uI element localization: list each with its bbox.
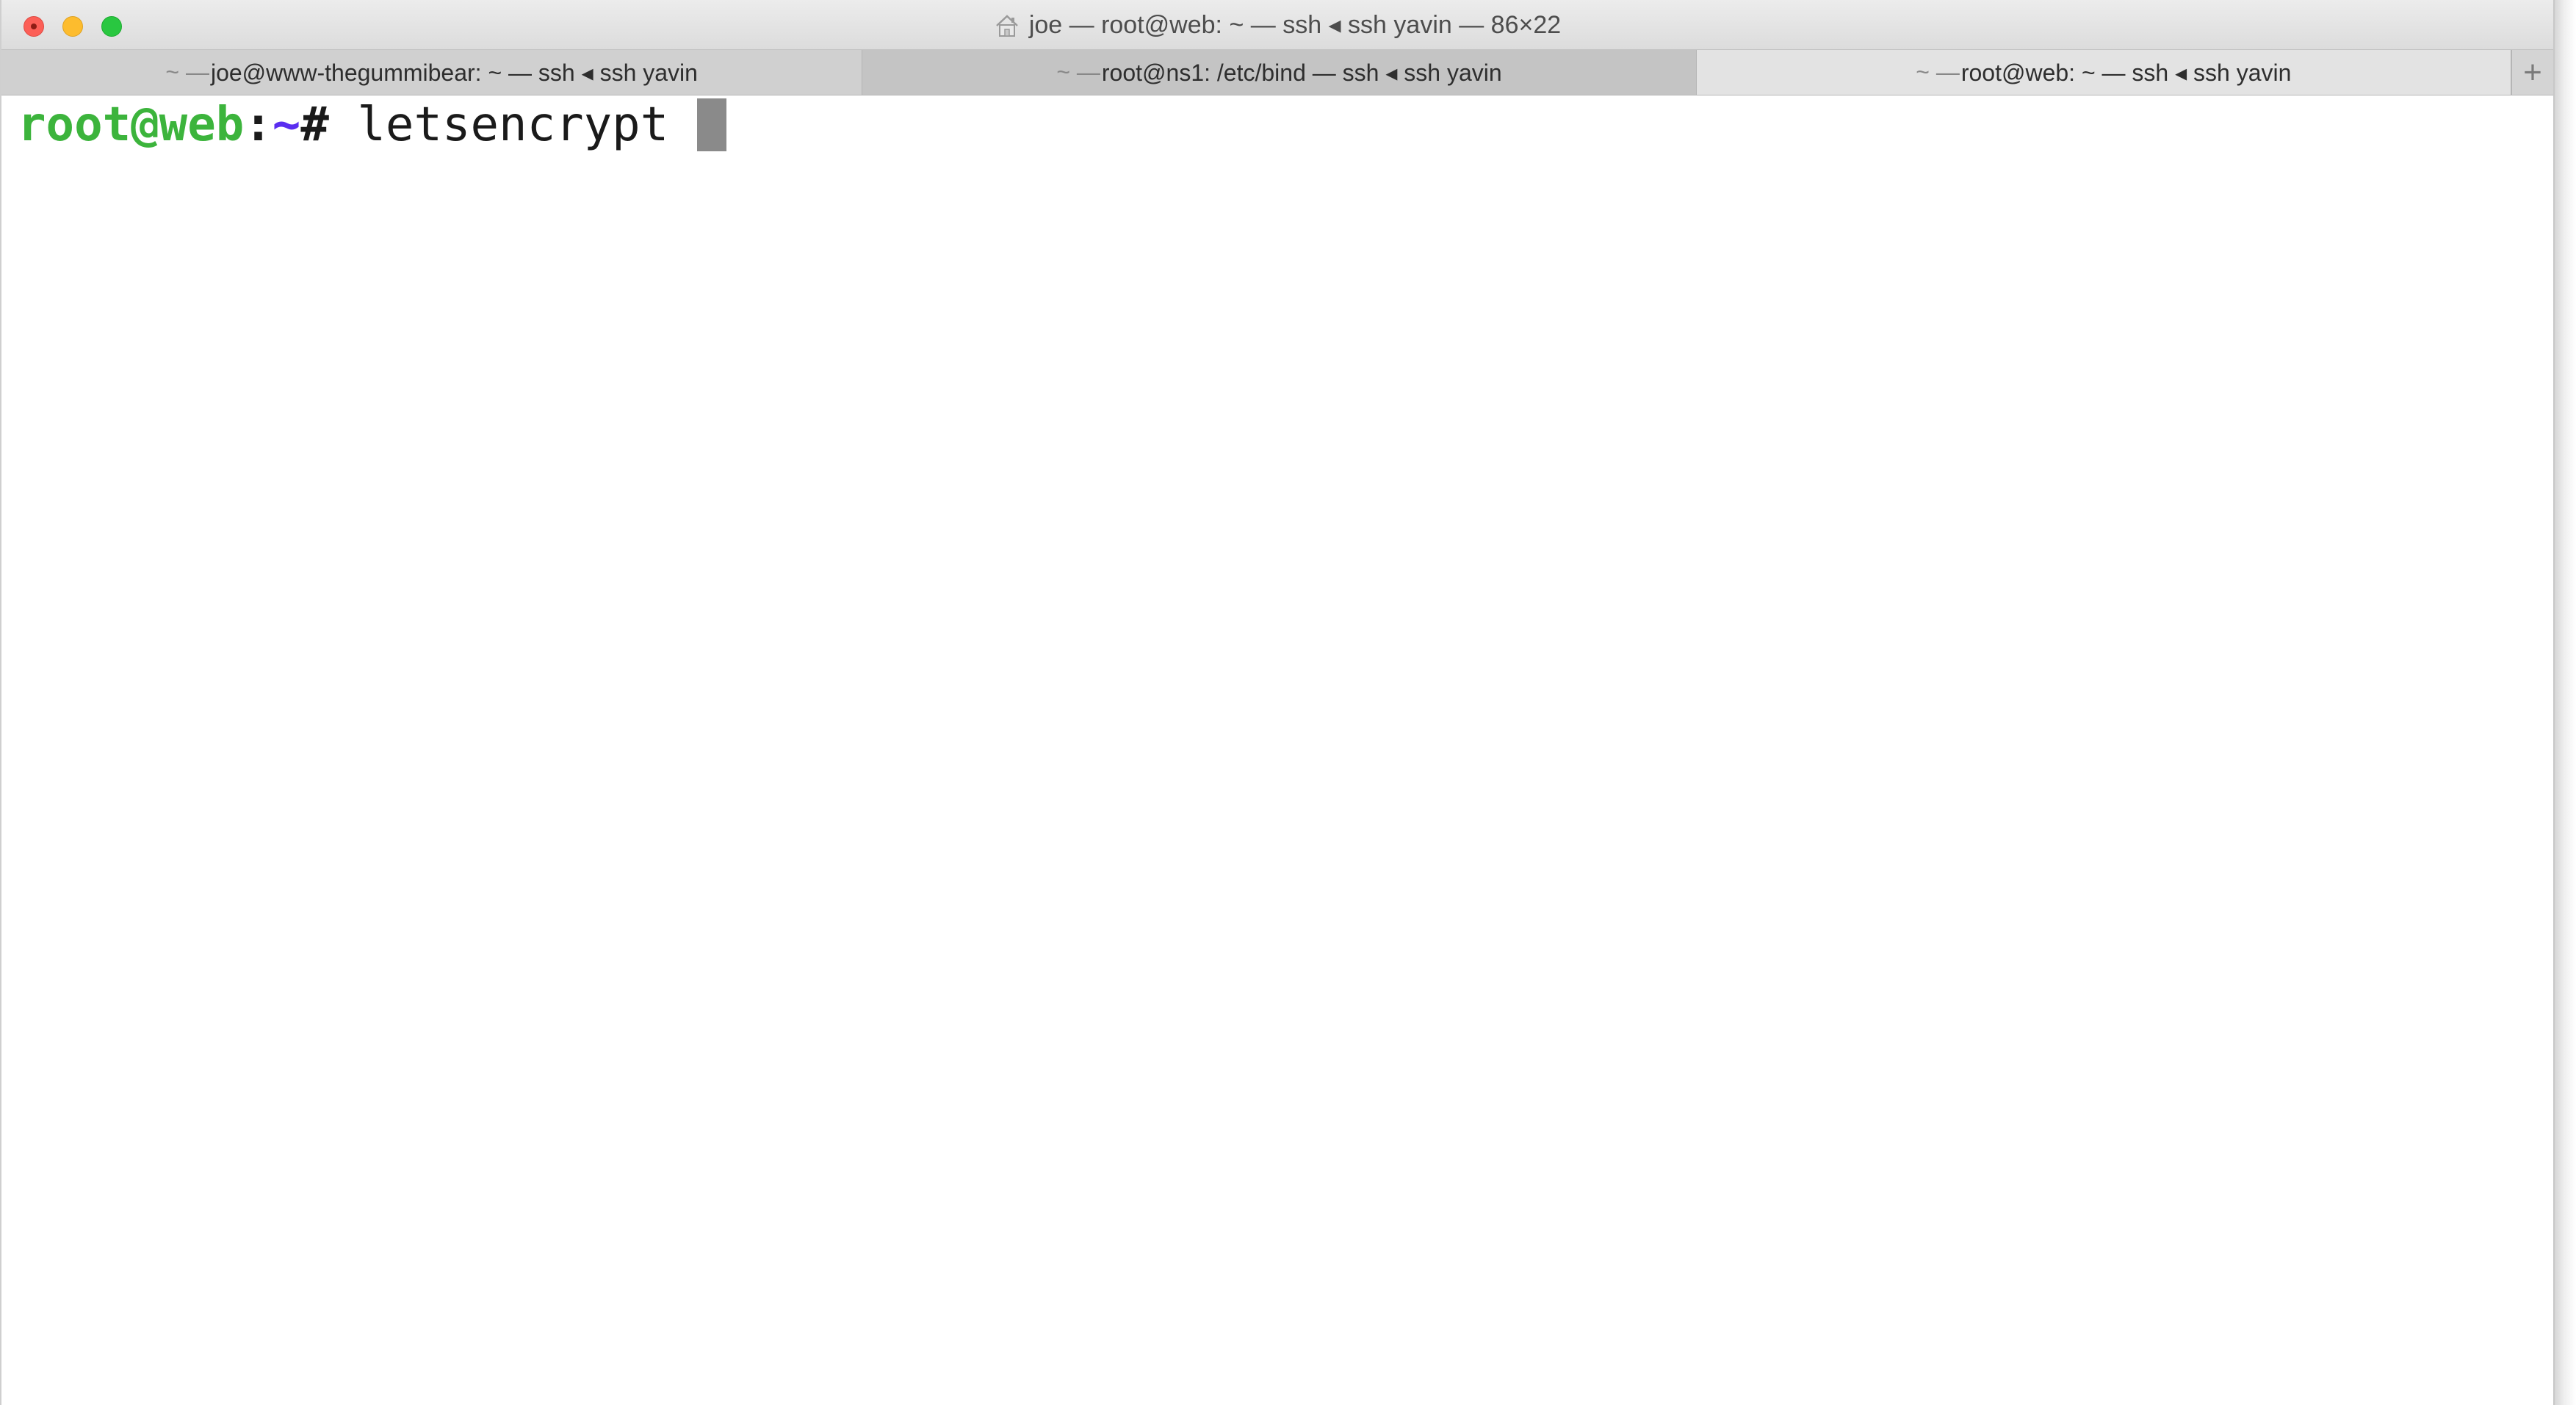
plus-icon: +: [2523, 54, 2542, 90]
prompt-colon: :: [244, 98, 273, 152]
tab-root-web-active[interactable]: ~ — root@web: ~ — ssh ◂ ssh yavin: [1696, 50, 2512, 95]
tab-prefix: ~ —: [1916, 59, 1960, 85]
new-tab-button[interactable]: +: [2511, 50, 2553, 95]
terminal-content[interactable]: root@web: ~ # letsencrypt: [1, 95, 2553, 1405]
text-cursor: [696, 98, 726, 151]
terminal-window: joe — root@web: ~ — ssh ◂ ssh yavin — 86…: [0, 0, 2555, 1405]
title-bar[interactable]: joe — root@web: ~ — ssh ◂ ssh yavin — 86…: [1, 0, 2553, 50]
prompt-path: ~: [272, 98, 301, 152]
tab-prefix: ~ —: [165, 59, 209, 85]
tab-label: root@ns1: /etc/bind — ssh ◂ ssh yavin: [1101, 59, 1502, 86]
tab-joe-www-thegummibear[interactable]: ~ — joe@www-thegummibear: ~ — ssh ◂ ssh …: [1, 50, 863, 95]
window-title: joe — root@web: ~ — ssh ◂ ssh yavin — 86…: [1028, 11, 1562, 39]
prompt-line: root@web: ~ # letsencrypt: [18, 95, 726, 154]
tab-root-ns1[interactable]: ~ — root@ns1: /etc/bind — ssh ◂ ssh yavi…: [862, 50, 1697, 95]
typed-command: letsencrypt: [328, 98, 697, 152]
tab-label: joe@www-thegummibear: ~ — ssh ◂ ssh yavi…: [210, 59, 698, 86]
prompt-symbol: #: [300, 98, 329, 152]
tab-prefix: ~ —: [1056, 59, 1100, 85]
window-title-group: joe — root@web: ~ — ssh ◂ ssh yavin — 86…: [1, 0, 2553, 50]
tab-label: root@web: ~ — ssh ◂ ssh yavin: [1960, 59, 2292, 86]
tab-bar: ~ — joe@www-thegummibear: ~ — ssh ◂ ssh …: [1, 50, 2553, 95]
prompt-user-host: root@web: [18, 98, 245, 152]
window-shadow: [2555, 0, 2576, 1405]
home-icon: [995, 15, 1018, 37]
